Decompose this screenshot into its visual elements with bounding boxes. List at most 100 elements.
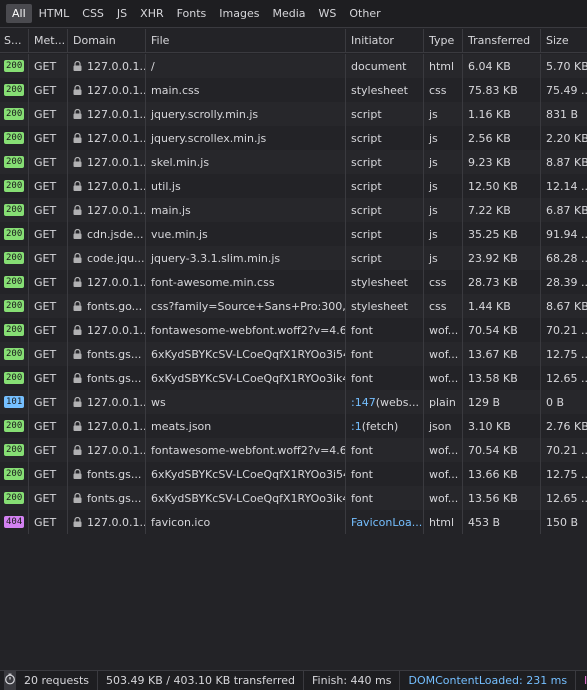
- initiator-link[interactable]: :1: [351, 420, 362, 433]
- status-badge: 200: [4, 420, 25, 432]
- initiator-cell: stylesheet: [346, 270, 424, 294]
- status-cell: 200: [0, 342, 29, 366]
- initiator-text: stylesheet: [351, 83, 408, 97]
- domain-text: cdn.jsde...: [87, 227, 144, 241]
- initiator-text: font: [351, 467, 373, 481]
- table-row[interactable]: 101 GET 127.0.0.1... ws:147 (webs... plain 12…: [0, 390, 587, 414]
- initiator-cell: script: [346, 102, 424, 126]
- type-cell: js: [424, 222, 463, 246]
- col-type[interactable]: Type: [424, 29, 463, 52]
- table-row[interactable]: 200 GET 127.0.0.1... font-awesome.min.css st…: [0, 270, 587, 294]
- file-cell: jquery.scrollex.min.js: [146, 126, 346, 150]
- status-badge: 200: [4, 156, 25, 168]
- col-transferred[interactable]: Transferred: [463, 29, 541, 52]
- filter-tab-html[interactable]: HTML: [33, 4, 76, 23]
- initiator-cell: script: [346, 222, 424, 246]
- initiator-text: font: [351, 371, 373, 385]
- initiator-cell: font: [346, 486, 424, 510]
- lock-icon: [73, 396, 82, 407]
- transferred-cell: 13.67 KB: [463, 342, 541, 366]
- lock-icon: [73, 468, 82, 479]
- filter-tab-xhr[interactable]: XHR: [134, 4, 169, 23]
- filter-tab-other[interactable]: Other: [343, 4, 386, 23]
- table-row[interactable]: 200 GET 127.0.0.1... fontawesome-webfont.wo…: [0, 318, 587, 342]
- request-type-filter-bar: All HTML CSS JS XHR Fonts Images Media WS Other: [0, 0, 587, 28]
- domain-cell: 127.0.0.1...: [68, 126, 146, 150]
- table-row[interactable]: 200 GET 127.0.0.1... jquery.scrolly.min.js s…: [0, 102, 587, 126]
- status-badge: 200: [4, 276, 25, 288]
- domain-text: 127.0.0.1...: [87, 443, 146, 457]
- method-cell: GET: [29, 102, 68, 126]
- status-cell: 200: [0, 246, 29, 270]
- performance-timer-button[interactable]: [4, 671, 16, 690]
- initiator-link[interactable]: :147: [351, 396, 376, 409]
- lock-icon: [73, 420, 82, 431]
- filter-tab-js[interactable]: JS: [111, 4, 133, 23]
- status-badge: 200: [4, 324, 25, 336]
- file-cell: vue.min.js: [146, 222, 346, 246]
- stopwatch-icon: [4, 673, 16, 688]
- lock-icon: [73, 204, 82, 215]
- method-cell: GET: [29, 174, 68, 198]
- col-file[interactable]: File: [146, 29, 346, 52]
- table-row[interactable]: 200 GET 127.0.0.1... meats.json:1 (fetch) js…: [0, 414, 587, 438]
- table-row[interactable]: 200 GET fonts.gs... 6xKydSBYKcSV-LCoeQqfX1R…: [0, 486, 587, 510]
- filter-tab-fonts[interactable]: Fonts: [171, 4, 213, 23]
- filter-tab-all[interactable]: All: [6, 4, 32, 23]
- table-row[interactable]: 200 GET 127.0.0.1... skel.min.js script js 9.2…: [0, 150, 587, 174]
- table-row[interactable]: 200 GET fonts.gs... 6xKydSBYKcSV-LCoeQqfX1R…: [0, 366, 587, 390]
- file-cell: favicon.ico: [146, 510, 346, 534]
- col-method[interactable]: Met...: [29, 29, 68, 52]
- filter-tab-ws[interactable]: WS: [313, 4, 343, 23]
- status-cell: 200: [0, 174, 29, 198]
- method-cell: GET: [29, 366, 68, 390]
- lock-icon: [73, 228, 82, 239]
- table-row[interactable]: 200 GET fonts.go... css?family=Source+Sans+…: [0, 294, 587, 318]
- domain-text: fonts.gs...: [87, 467, 142, 481]
- table-row[interactable]: 200 GET fonts.gs... 6xKydSBYKcSV-LCoeQqfX1R…: [0, 462, 587, 486]
- initiator-link[interactable]: FaviconLoa...: [351, 516, 422, 529]
- table-row[interactable]: 200 GET fonts.gs... 6xKydSBYKcSV-LCoeQqfX1R…: [0, 342, 587, 366]
- type-cell: wof...: [424, 438, 463, 462]
- domain-text: 127.0.0.1...: [87, 419, 146, 433]
- table-row[interactable]: 200 GET 127.0.0.1... / document html 6.04 KB 5.…: [0, 54, 587, 78]
- initiator-text: font: [351, 323, 373, 337]
- status-badge: 200: [4, 468, 25, 480]
- initiator-cell: script: [346, 174, 424, 198]
- table-row[interactable]: 200 GET 127.0.0.1... main.css stylesheet css 7…: [0, 78, 587, 102]
- col-domain[interactable]: Domain: [68, 29, 146, 52]
- method-cell: GET: [29, 294, 68, 318]
- method-cell: GET: [29, 438, 68, 462]
- initiator-detail: (webs...: [375, 395, 419, 409]
- method-cell: GET: [29, 246, 68, 270]
- file-cell: main.js: [146, 198, 346, 222]
- initiator-cell: stylesheet: [346, 294, 424, 318]
- filter-tab-images[interactable]: Images: [213, 4, 265, 23]
- col-initiator[interactable]: Initiator: [346, 29, 424, 52]
- type-cell: css: [424, 78, 463, 102]
- size-cell: 12.75 ...: [546, 347, 587, 361]
- table-row[interactable]: 404 GET 127.0.0.1... favicon.ico FaviconLoa.…: [0, 510, 587, 534]
- table-row[interactable]: 200 GET 127.0.0.1... main.js script js 7.22 KB…: [0, 198, 587, 222]
- initiator-text: script: [351, 131, 382, 145]
- size-cell: 2.20 KB: [546, 131, 587, 145]
- table-row[interactable]: 200 GET 127.0.0.1... fontawesome-webfont.wo…: [0, 438, 587, 462]
- filter-tab-css[interactable]: CSS: [76, 4, 110, 23]
- col-size[interactable]: Size: [541, 29, 587, 52]
- table-row[interactable]: 200 GET code.jqu... jquery-3.3.1.slim.min.j…: [0, 246, 587, 270]
- table-row[interactable]: 200 GET 127.0.0.1... util.js script js 12.50 K…: [0, 174, 587, 198]
- col-status[interactable]: S...: [0, 29, 29, 52]
- status-badge: 404: [4, 516, 25, 528]
- initiator-cell: script: [346, 246, 424, 270]
- filter-tab-media[interactable]: Media: [266, 4, 311, 23]
- table-row[interactable]: 200 GET cdn.jsde... vue.min.js script js 35.25…: [0, 222, 587, 246]
- transferred-cell: 7.22 KB: [463, 198, 541, 222]
- domain-text: 127.0.0.1...: [87, 179, 146, 193]
- initiator-cell: font: [346, 438, 424, 462]
- table-row[interactable]: 200 GET 127.0.0.1... jquery.scrollex.min.js…: [0, 126, 587, 150]
- method-cell: GET: [29, 414, 68, 438]
- lock-icon: [73, 300, 82, 311]
- method-cell: GET: [29, 78, 68, 102]
- size-cell: 2.76 KB: [546, 419, 587, 433]
- lock-icon: [73, 84, 82, 95]
